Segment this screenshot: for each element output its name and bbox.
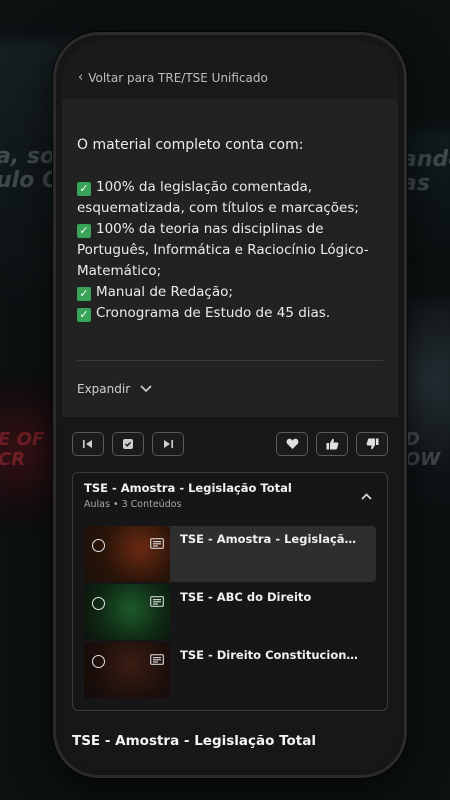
document-icon [150,538,164,549]
description-heading: O material completo conta com: [77,137,304,153]
course-subtitle: Aulas • 3 Conteúdos [84,499,182,510]
radio-circle-icon[interactable] [92,539,105,552]
lesson-thumbnail [84,584,170,640]
back-link[interactable]: ‹ Voltar para TRE/TSE Unificado [78,70,268,85]
expand-label: Expandir [77,382,131,396]
course-module: TSE - Amostra - Legislação Total Aulas •… [72,472,388,711]
background-text: ando as [402,147,450,196]
radio-circle-icon[interactable] [92,597,105,610]
lesson-list: TSE - Amostra - Legislação Total TSE - A… [84,526,376,698]
phone-frame: ‹ Voltar para TRE/TSE Unificado O materi… [53,32,407,778]
back-label: Voltar para TRE/TSE Unificado [88,70,268,85]
lesson-title: TSE - ABC do Direito [180,590,312,604]
check-icon: ✓ [77,308,91,322]
check-icon: ✓ [77,287,91,301]
lesson-thumbnail [84,642,170,698]
top-bar: ‹ Voltar para TRE/TSE Unificado [62,41,398,99]
description-item: ✓ 100% da teoria nas disciplinas de Portu… [77,221,369,279]
document-icon [150,596,164,607]
like-button[interactable] [316,432,348,456]
lesson-thumbnail [84,526,170,582]
background-text: E OF CR [0,429,45,470]
skip-next-icon [164,440,173,448]
heart-icon [286,438,298,449]
checkbox-icon [123,439,133,449]
app-screen: ‹ Voltar para TRE/TSE Unificado O materi… [62,41,398,769]
description-item: ✓ Cronograma de Estudo de 45 dias. [77,303,383,324]
expand-button[interactable]: Expandir [62,361,398,417]
lesson-item[interactable]: TSE - Amostra - Legislação Total [84,526,376,582]
description-panel: O material completo conta com: ✓ 100% da … [62,99,398,361]
course-header[interactable]: TSE - Amostra - Legislação Total Aulas •… [84,481,376,510]
course-title: TSE - Amostra - Legislação Total [84,481,292,495]
chevron-left-icon: ‹ [78,70,84,85]
skip-previous-icon [83,440,92,448]
background-text: D OW [405,429,441,470]
document-icon [150,654,164,665]
description-item: ✓ 100% da legislação comentada, esquemati… [77,179,359,216]
thumbs-up-icon [326,438,338,450]
chevron-up-icon[interactable] [361,493,372,500]
lesson-item[interactable]: TSE - ABC do Direito [84,584,376,640]
lesson-title: TSE - Amostra - Legislação Total [180,532,358,546]
previous-button[interactable] [72,432,104,456]
lesson-title: TSE - Direito Constitucional [180,648,358,662]
thumbs-down-icon [366,438,378,450]
check-icon: ✓ [77,224,91,238]
chevron-down-icon [140,385,152,393]
current-lesson-title: TSE - Amostra - Legislação Total [72,733,316,749]
next-button[interactable] [152,432,184,456]
mark-complete-button[interactable] [112,432,144,456]
description-item: ✓ Manual de Redação; [77,282,383,303]
dislike-button[interactable] [356,432,388,456]
lesson-item[interactable]: TSE - Direito Constitucional [84,642,376,698]
favorite-button[interactable] [276,432,308,456]
radio-circle-icon[interactable] [92,655,105,668]
check-icon: ✓ [77,182,91,196]
player-controls [62,417,398,456]
